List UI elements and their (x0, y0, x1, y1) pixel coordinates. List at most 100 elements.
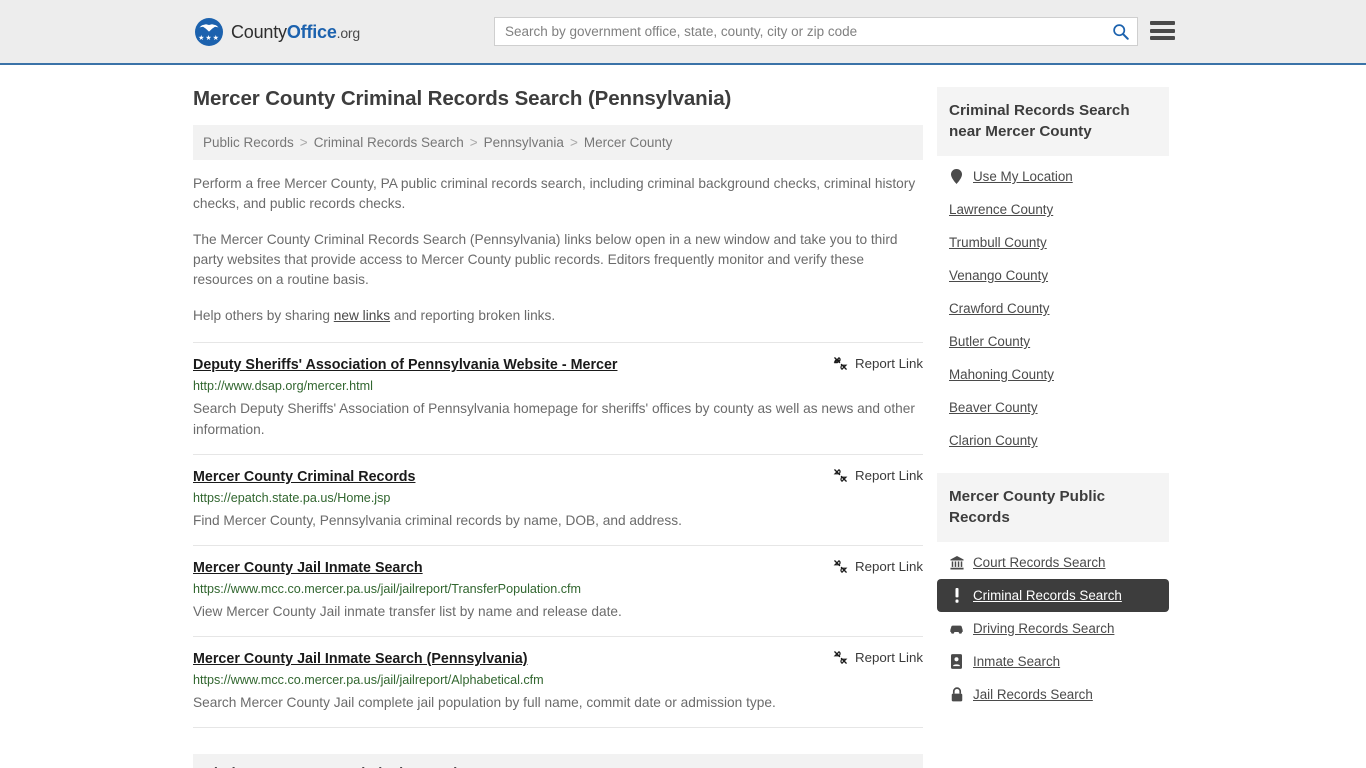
public-records-panel: Mercer County Public Records Court Recor… (937, 473, 1169, 711)
nearby-counties-heading: Criminal Records Search near Mercer Coun… (937, 87, 1169, 156)
exclamation-icon (949, 588, 964, 603)
breadcrumb-separator: > (469, 135, 478, 150)
sidebar-item-venango-county[interactable]: Venango County (937, 259, 1169, 292)
sidebar-item-jail-records-search[interactable]: Jail Records Search (937, 678, 1169, 711)
result-item: Mercer County Criminal Records Report Li… (193, 455, 923, 546)
page-body: Mercer County Criminal Records Search (P… (0, 65, 1366, 768)
countyoffice-logo-icon: ★★★ (195, 18, 223, 46)
result-title-link[interactable]: Deputy Sheriffs' Association of Pennsylv… (193, 355, 617, 375)
result-description: Search Deputy Sheriffs' Association of P… (193, 401, 915, 437)
eagle-icon (199, 24, 219, 32)
result-title-link[interactable]: Mercer County Jail Inmate Search (Pennsy… (193, 649, 528, 669)
logo-text-org: .org (336, 24, 361, 41)
help-paragraph: Help others by sharing new links and rep… (193, 306, 923, 326)
panel-spacer (937, 457, 1169, 467)
sidebar-item-trumbull-county[interactable]: Trumbull County (937, 226, 1169, 259)
sidebar-item-inmate-search[interactable]: Inmate Search (937, 645, 1169, 678)
result-title-link[interactable]: Mercer County Jail Inmate Search (193, 558, 423, 578)
help-text-before: Help others by sharing (193, 308, 334, 323)
search-icon (1112, 24, 1129, 40)
site-header: ★★★ CountyOffice.org (0, 0, 1366, 65)
courthouse-icon (949, 555, 964, 570)
search-input[interactable] (495, 18, 1103, 45)
sidebar-item-beaver-county[interactable]: Beaver County (937, 391, 1169, 424)
public-records-heading: Mercer County Public Records (937, 473, 1169, 542)
result-title-link[interactable]: Mercer County Criminal Records (193, 467, 415, 487)
report-link-button[interactable]: Report Link (833, 650, 923, 665)
sidebar-item-label: Venango County (949, 268, 1049, 283)
result-description: View Mercer County Jail inmate transfer … (193, 604, 622, 619)
report-link-button[interactable]: Report Link (833, 559, 923, 574)
breadcrumb-separator: > (569, 135, 578, 150)
sidebar-item-label: Clarion County (949, 433, 1038, 448)
hamburger-bar-2 (1150, 28, 1175, 33)
breadcrumb-separator: > (299, 135, 308, 150)
sidebar-item-label: Court Records Search (973, 555, 1106, 570)
search-bar[interactable] (494, 17, 1138, 46)
sidebar-item-clarion-county[interactable]: Clarion County (937, 424, 1169, 457)
sidebar-item-criminal-records-search[interactable]: Criminal Records Search (937, 579, 1169, 612)
breadcrumb: Public Records > Criminal Records Search > P… (193, 125, 923, 160)
report-link-label: Report Link (855, 559, 923, 574)
public-records-list: Court Records Search Criminal Records Se… (937, 542, 1169, 711)
hamburger-bar-3 (1150, 36, 1175, 40)
nearby-counties-panel: Criminal Records Search near Mercer Coun… (937, 87, 1169, 457)
broken-link-icon (833, 356, 848, 371)
logo-text-county: County (231, 21, 287, 42)
nearby-counties-list: Use My Location Lawrence County Trumbull… (937, 156, 1169, 457)
main-content: Mercer County Criminal Records Search (P… (193, 65, 923, 768)
report-link-button[interactable]: Report Link (833, 356, 923, 371)
sidebar-item-label: Criminal Records Search (973, 588, 1122, 603)
search-button[interactable] (1103, 18, 1137, 45)
report-link-button[interactable]: Report Link (833, 468, 923, 483)
broken-link-icon (833, 650, 848, 665)
sidebar-item-label: Jail Records Search (973, 687, 1093, 702)
result-description: Find Mercer County, Pennsylvania crimina… (193, 513, 682, 528)
breadcrumb-item-criminal-records-search[interactable]: Criminal Records Search (314, 135, 464, 150)
breadcrumb-item-mercer-county[interactable]: Mercer County (584, 135, 673, 150)
page-title: Mercer County Criminal Records Search (P… (193, 87, 732, 110)
id-badge-icon (949, 654, 964, 669)
sidebar-item-use-my-location[interactable]: Use My Location (937, 160, 1169, 193)
sidebar-item-lawrence-county[interactable]: Lawrence County (937, 193, 1169, 226)
result-list: Deputy Sheriffs' Association of Pennsylv… (193, 342, 923, 728)
lock-icon (949, 687, 964, 702)
sidebar-item-butler-county[interactable]: Butler County (937, 325, 1169, 358)
report-link-label: Report Link (855, 650, 923, 665)
new-links-link[interactable]: new links (334, 308, 390, 323)
hamburger-menu-icon[interactable] (1150, 21, 1175, 40)
intro-paragraph-1: Perform a free Mercer County, PA public … (193, 176, 916, 211)
sidebar-item-driving-records-search[interactable]: Driving Records Search (937, 612, 1169, 645)
sidebar-item-label: Beaver County (949, 400, 1038, 415)
result-url: https://www.mcc.co.mercer.pa.us/jail/jai… (193, 582, 581, 596)
sidebar-item-crawford-county[interactable]: Crawford County (937, 292, 1169, 325)
logo-text-office: Office (286, 21, 337, 42)
logo-wordmark: CountyOffice.org (231, 22, 360, 43)
report-link-label: Report Link (855, 356, 923, 371)
car-icon (949, 623, 964, 635)
intro-paragraph-2: The Mercer County Criminal Records Searc… (193, 232, 898, 287)
sidebar-item-label: Mahoning County (949, 367, 1054, 382)
help-text-after: and reporting broken links. (390, 308, 556, 323)
sidebar-item-label: Crawford County (949, 301, 1050, 316)
sidebar-item-label: Butler County (949, 334, 1031, 349)
sidebar-item-label: Driving Records Search (973, 621, 1115, 636)
map-pin-icon (949, 169, 964, 184)
result-description: Search Mercer County Jail complete jail … (193, 695, 776, 710)
result-item: Mercer County Jail Inmate Search (Pennsy… (193, 637, 923, 728)
sidebar-item-mahoning-county[interactable]: Mahoning County (937, 358, 1169, 391)
result-url: https://epatch.state.pa.us/Home.jsp (193, 491, 391, 505)
breadcrumb-item-pennsylvania[interactable]: Pennsylvania (484, 135, 564, 150)
broken-link-icon (833, 468, 848, 483)
breadcrumb-item-public-records[interactable]: Public Records (203, 135, 294, 150)
site-logo[interactable]: ★★★ CountyOffice.org (195, 18, 360, 46)
result-item: Mercer County Jail Inmate Search Report … (193, 546, 923, 637)
sidebar-item-court-records-search[interactable]: Court Records Search (937, 546, 1169, 579)
stars-icon: ★★★ (198, 35, 220, 42)
find-records-section: Find Mercer County Criminal Records (193, 754, 923, 768)
sidebar-item-label: Lawrence County (949, 202, 1054, 217)
hamburger-bar-1 (1150, 21, 1175, 25)
intro-section: Perform a free Mercer County, PA public … (193, 174, 923, 326)
result-url: https://www.mcc.co.mercer.pa.us/jail/jai… (193, 673, 544, 687)
broken-link-icon (833, 559, 848, 574)
